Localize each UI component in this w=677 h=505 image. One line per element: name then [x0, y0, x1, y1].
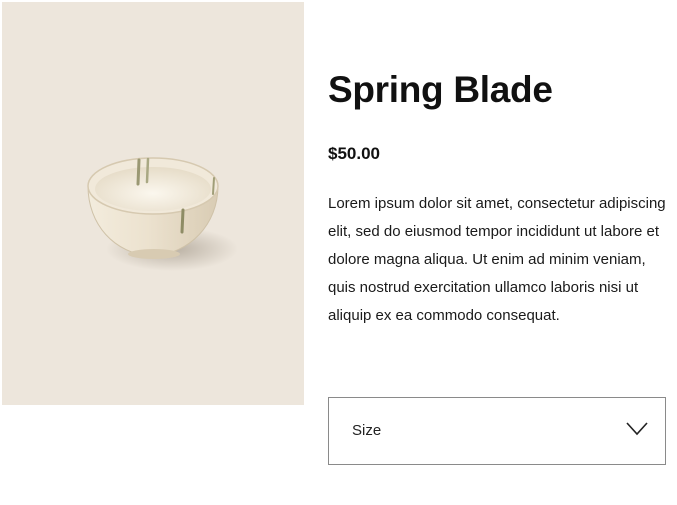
product-description: Lorem ipsum dolor sit amet, consectetur …: [328, 195, 666, 324]
ceramic-bowl-illustration: [87, 157, 238, 271]
product-title: Spring Blade: [328, 69, 553, 110]
product-image: [2, 2, 304, 405]
size-select-label: Size: [352, 422, 382, 439]
size-select[interactable]: Size: [328, 397, 666, 465]
chevron-down-icon: [626, 422, 648, 441]
product-price: $50.00: [328, 144, 380, 163]
